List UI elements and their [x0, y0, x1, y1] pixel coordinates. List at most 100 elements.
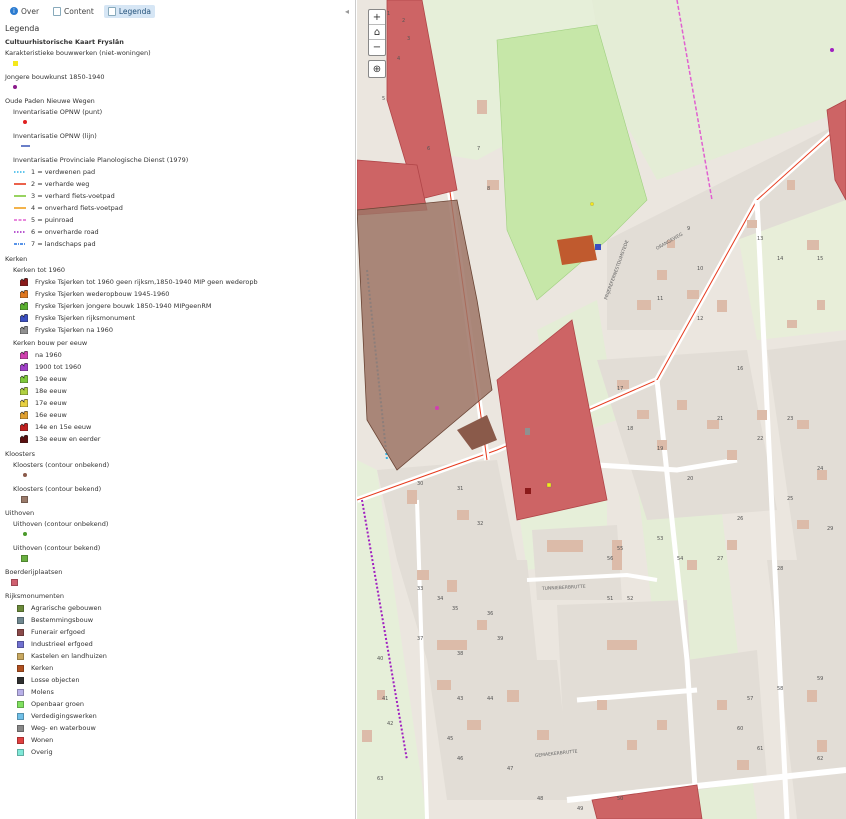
eeuw-label: 14e en 15e eeuw [35, 423, 92, 431]
legend-kloosters-bekend: Kloosters (contour bekend) [13, 485, 102, 493]
tab-over[interactable]: i Over [6, 5, 43, 18]
ppd-item: 1 = verdwenen pad [5, 166, 350, 178]
house-number-label: 46 [457, 756, 463, 762]
church-icon [17, 399, 31, 407]
symbol-opnw-lijn [21, 142, 350, 150]
cross-line-icon [13, 205, 27, 211]
eeuw-label: 19e eeuw [35, 375, 67, 383]
locate-button[interactable]: ⊕ [368, 60, 386, 78]
eeuw-item: 19e eeuw [5, 373, 350, 385]
eeuw-item: 18e eeuw [5, 385, 350, 397]
house-number-label: 7 [477, 146, 480, 152]
church-icon [17, 302, 31, 310]
legend-opnw-lijn: Inventarisatie OPNW (lijn) [13, 132, 97, 140]
swatch-icon [13, 676, 27, 684]
rijks-item: Verdedigingswerken [5, 710, 350, 722]
house-number-label: 47 [507, 766, 513, 772]
dotted-line-icon [13, 169, 27, 175]
swatch-icon [13, 748, 27, 756]
eeuw-label: 1900 tot 1960 [35, 363, 82, 371]
eeuw-list: na 1960 1900 tot 1960 19e eeuw 18e eeuw 17e … [5, 349, 350, 445]
kerken-label: Fryske Tsjerken rijksmonument [35, 314, 136, 322]
eeuw-label: 17e eeuw [35, 399, 67, 407]
tab-content[interactable]: Content [49, 5, 98, 18]
eeuw-label: 16e eeuw [35, 411, 67, 419]
symbol-boerderij [11, 578, 350, 586]
kerken-list: Fryske Tsjerken tot 1960 geen rijksm,185… [5, 276, 350, 336]
house-number-label: 42 [387, 721, 393, 727]
legend-kloosters-onbekend: Kloosters (contour onbekend) [13, 461, 110, 469]
rijks-label: Verdedigingswerken [31, 712, 97, 720]
legend-kerken-title: Kerken [5, 255, 28, 263]
legend-opnw-punt: Inventarisatie OPNW (punt) [13, 108, 103, 116]
house-number-label: 26 [737, 516, 743, 522]
ppd-list: 1 = verdwenen pad 2 = verharde weg 3 = ver… [5, 166, 350, 250]
side-panel: i Over Content Legenda ◂ Legenda Cultuur… [0, 0, 356, 819]
house-number-label: 1 [387, 11, 390, 17]
house-number-label: 24 [817, 466, 823, 472]
house-number-label: 29 [827, 526, 833, 532]
rijks-label: Openbaar groen [31, 700, 84, 708]
house-number-label: 44 [487, 696, 493, 702]
legend-kloosters-title: Kloosters [5, 450, 36, 458]
zoom-in-button[interactable]: + [369, 10, 385, 25]
eeuw-label: 18e eeuw [35, 387, 67, 395]
rijks-item: Agrarische gebouwen [5, 602, 350, 614]
rijks-label: Molens [31, 688, 54, 696]
house-number-label: 58 [777, 686, 783, 692]
swatch-icon [13, 652, 27, 660]
house-number-label: 25 [787, 496, 793, 502]
house-number-label: 2 [402, 18, 405, 24]
map-view[interactable]: TUNNIEBERBRUTTE GEMAEKERBRUTTE PRIJEREFERN… [357, 0, 846, 819]
legend-opnw-title: Oude Paden Nieuwe Wegen [5, 97, 95, 105]
home-icon: ⌂ [373, 26, 381, 38]
house-number-label: 18 [627, 426, 633, 432]
symbol-uithoven-bekend [21, 554, 350, 562]
eeuw-item: na 1960 [5, 349, 350, 361]
legend-uithoven-onbekend: Uithoven (contour onbekend) [13, 520, 109, 528]
rijks-label: Bestemmingsbouw [31, 616, 94, 624]
house-number-label: 8 [487, 186, 490, 192]
house-number-label: 17 [617, 386, 623, 392]
house-number-label: 53 [657, 536, 663, 542]
rijks-item: Kastelen en landhuizen [5, 650, 350, 662]
ppd-item: 2 = verharde weg [5, 178, 350, 190]
eeuw-item: 16e eeuw [5, 409, 350, 421]
ppd-label: 1 = verdwenen pad [31, 168, 96, 176]
arrow-line-icon [13, 193, 27, 199]
rijks-label: Kerken [31, 664, 54, 672]
rijks-label: Losse objecten [31, 676, 80, 684]
church-icon [17, 435, 31, 443]
house-number-label: 36 [487, 611, 493, 617]
house-number-label: 59 [817, 676, 823, 682]
rijks-item: Wonen [5, 734, 350, 746]
tab-legenda[interactable]: Legenda [103, 4, 156, 18]
house-number-label: 5 [382, 96, 385, 102]
house-number-label: 33 [417, 586, 423, 592]
house-number-label: 31 [457, 486, 463, 492]
ppd-item: 4 = onverhard fiets-voetpad [5, 202, 350, 214]
map-canvas[interactable]: TUNNIEBERBRUTTEGEMAEKERBRUTTEPRIJEREFERN… [357, 0, 846, 819]
collapse-panel-icon[interactable]: ◂ [345, 7, 349, 16]
swatch-icon [13, 628, 27, 636]
kerken-label: Fryske Tsjerken wederopbouw 1945-1960 [35, 290, 170, 298]
house-number-label: 61 [757, 746, 763, 752]
kerken-item: Fryske Tsjerken jongere bouwk 1850-1940 … [5, 300, 350, 312]
kerken-item: Fryske Tsjerken wederopbouw 1945-1960 [5, 288, 350, 300]
rijks-label: Industrieel erfgoed [31, 640, 93, 648]
house-number-label: 30 [417, 481, 423, 487]
rijks-item: Funerair erfgoed [5, 626, 350, 638]
eeuw-item: 14e en 15e eeuw [5, 421, 350, 433]
legend-list-icon [107, 6, 116, 16]
church-icon [17, 411, 31, 419]
house-number-label: 41 [382, 696, 388, 702]
ppd-label: 2 = verharde weg [31, 180, 90, 188]
zoom-out-button[interactable]: − [369, 40, 385, 55]
kerken-item: Fryske Tsjerken rijksmonument [5, 312, 350, 324]
legend-karakteristieke: Karakteristieke bouwwerken (niet-woninge… [5, 49, 151, 57]
home-button[interactable]: ⌂ [369, 25, 385, 40]
rijks-label: Wonen [31, 736, 54, 744]
house-number-label: 49 [577, 806, 583, 812]
church-icon [17, 423, 31, 431]
dashdot-line-icon [13, 241, 27, 247]
